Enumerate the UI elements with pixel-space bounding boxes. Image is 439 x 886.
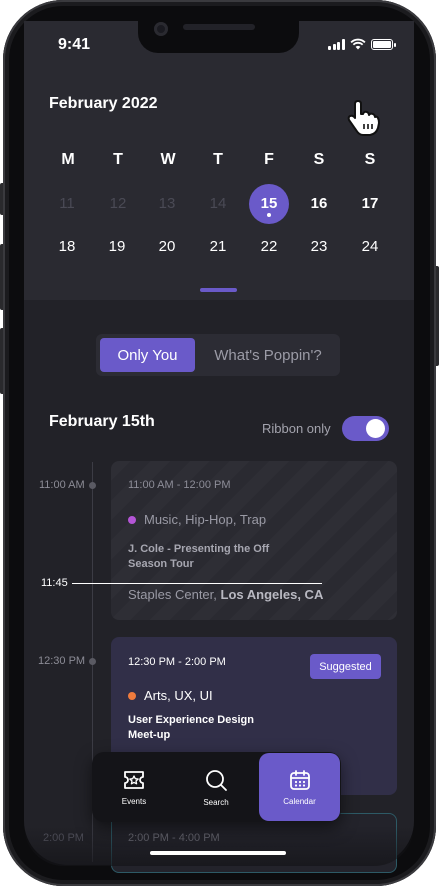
speaker: [183, 24, 255, 30]
feed-segmented-control: Only You What's Poppin'?: [96, 334, 340, 376]
status-icons: [328, 38, 396, 50]
event-time-range: 11:00 AM - 12:00 PM: [128, 479, 231, 491]
event-title: J. Cole - Presenting the Off Season Tour: [128, 543, 270, 570]
event-dot: [267, 213, 271, 217]
category-dot: [128, 691, 136, 700]
event-tags: Music, Hip-Hop, Trap: [128, 512, 266, 527]
calendar-day[interactable]: 23: [304, 238, 334, 255]
current-time-label: 11:45: [41, 577, 68, 589]
event-tags: Arts, UX, UI: [128, 688, 213, 703]
event-tags-text: Music, Hip-Hop, Trap: [144, 512, 267, 527]
time-label: 12:30 PM: [38, 655, 86, 667]
battery-icon: [370, 38, 396, 50]
ribbon-only-label: Ribbon only: [262, 421, 331, 436]
calendar-day[interactable]: 17: [355, 195, 385, 212]
calendar-day[interactable]: 19: [102, 238, 132, 255]
calendar-day[interactable]: 13: [152, 195, 182, 212]
calendar-drag-handle[interactable]: [200, 288, 237, 292]
schedule-date-heading: February 15th: [49, 413, 155, 430]
wifi-icon: [349, 38, 366, 50]
only-you-tab[interactable]: Only You: [100, 338, 195, 372]
weekday-fri: F: [264, 151, 274, 168]
event-venue: Staples Center, Los Angeles, CA: [128, 587, 323, 602]
event-time-range: 12:30 PM - 2:00 PM: [128, 656, 226, 668]
hand-cursor-icon: [347, 100, 380, 136]
nav-events[interactable]: Events: [94, 752, 174, 822]
timeline-dot: [89, 482, 96, 489]
nav-calendar[interactable]: Calendar: [259, 753, 340, 821]
weekday-sat: S: [313, 151, 325, 168]
venue-city: Los Angeles, CA: [220, 587, 324, 602]
nav-events-label: Events: [121, 796, 147, 806]
current-time-line: [72, 583, 322, 584]
calendar-day[interactable]: 24: [355, 238, 385, 255]
whats-poppin-tab[interactable]: What's Poppin'?: [200, 338, 336, 372]
calendar-icon: [289, 769, 310, 790]
ribbon-only-toggle[interactable]: [342, 416, 389, 441]
ticket-icon: [124, 770, 144, 789]
nav-search-label: Search: [203, 797, 229, 807]
time-label: 2:00 PM: [43, 832, 84, 844]
venue-name: Staples Center,: [128, 587, 217, 602]
event-title: User Experience Design Meet-up: [128, 714, 254, 741]
event-tags-text: Arts, UX, UI: [144, 688, 213, 703]
weekday-tue: T: [113, 151, 123, 168]
cellular-signal-icon: [328, 38, 345, 50]
home-indicator[interactable]: [150, 851, 286, 855]
calendar-day[interactable]: 16: [304, 195, 334, 212]
calendar-day-selected[interactable]: 15: [254, 195, 284, 212]
event-time-range: 2:00 PM - 4:00 PM: [128, 832, 220, 844]
calendar-day[interactable]: 11: [52, 195, 82, 212]
category-dot: [128, 515, 136, 524]
bottom-navigation: Events Search Calendar: [92, 752, 341, 822]
time-label: 11:00 AM: [39, 479, 85, 491]
search-icon: [206, 769, 227, 791]
status-time: 9:41: [58, 36, 91, 53]
camera: [154, 22, 168, 36]
timeline-dot: [89, 658, 96, 665]
weekday-mon: M: [61, 151, 75, 168]
weekday-thu: T: [213, 151, 223, 168]
calendar-day[interactable]: 14: [203, 195, 233, 212]
nav-search[interactable]: Search: [176, 752, 256, 822]
calendar-day[interactable]: 21: [203, 238, 233, 255]
calendar-day[interactable]: 20: [152, 238, 182, 255]
calendar-day[interactable]: 18: [52, 238, 82, 255]
weekday-wed: W: [160, 151, 176, 168]
month-title: February 2022: [49, 95, 158, 112]
calendar-day[interactable]: 22: [254, 238, 284, 255]
calendar-day[interactable]: 12: [103, 195, 133, 212]
nav-calendar-label: Calendar: [283, 796, 316, 806]
toggle-knob: [366, 419, 385, 438]
weekday-sun: S: [364, 151, 376, 168]
suggested-badge: Suggested: [310, 654, 381, 679]
